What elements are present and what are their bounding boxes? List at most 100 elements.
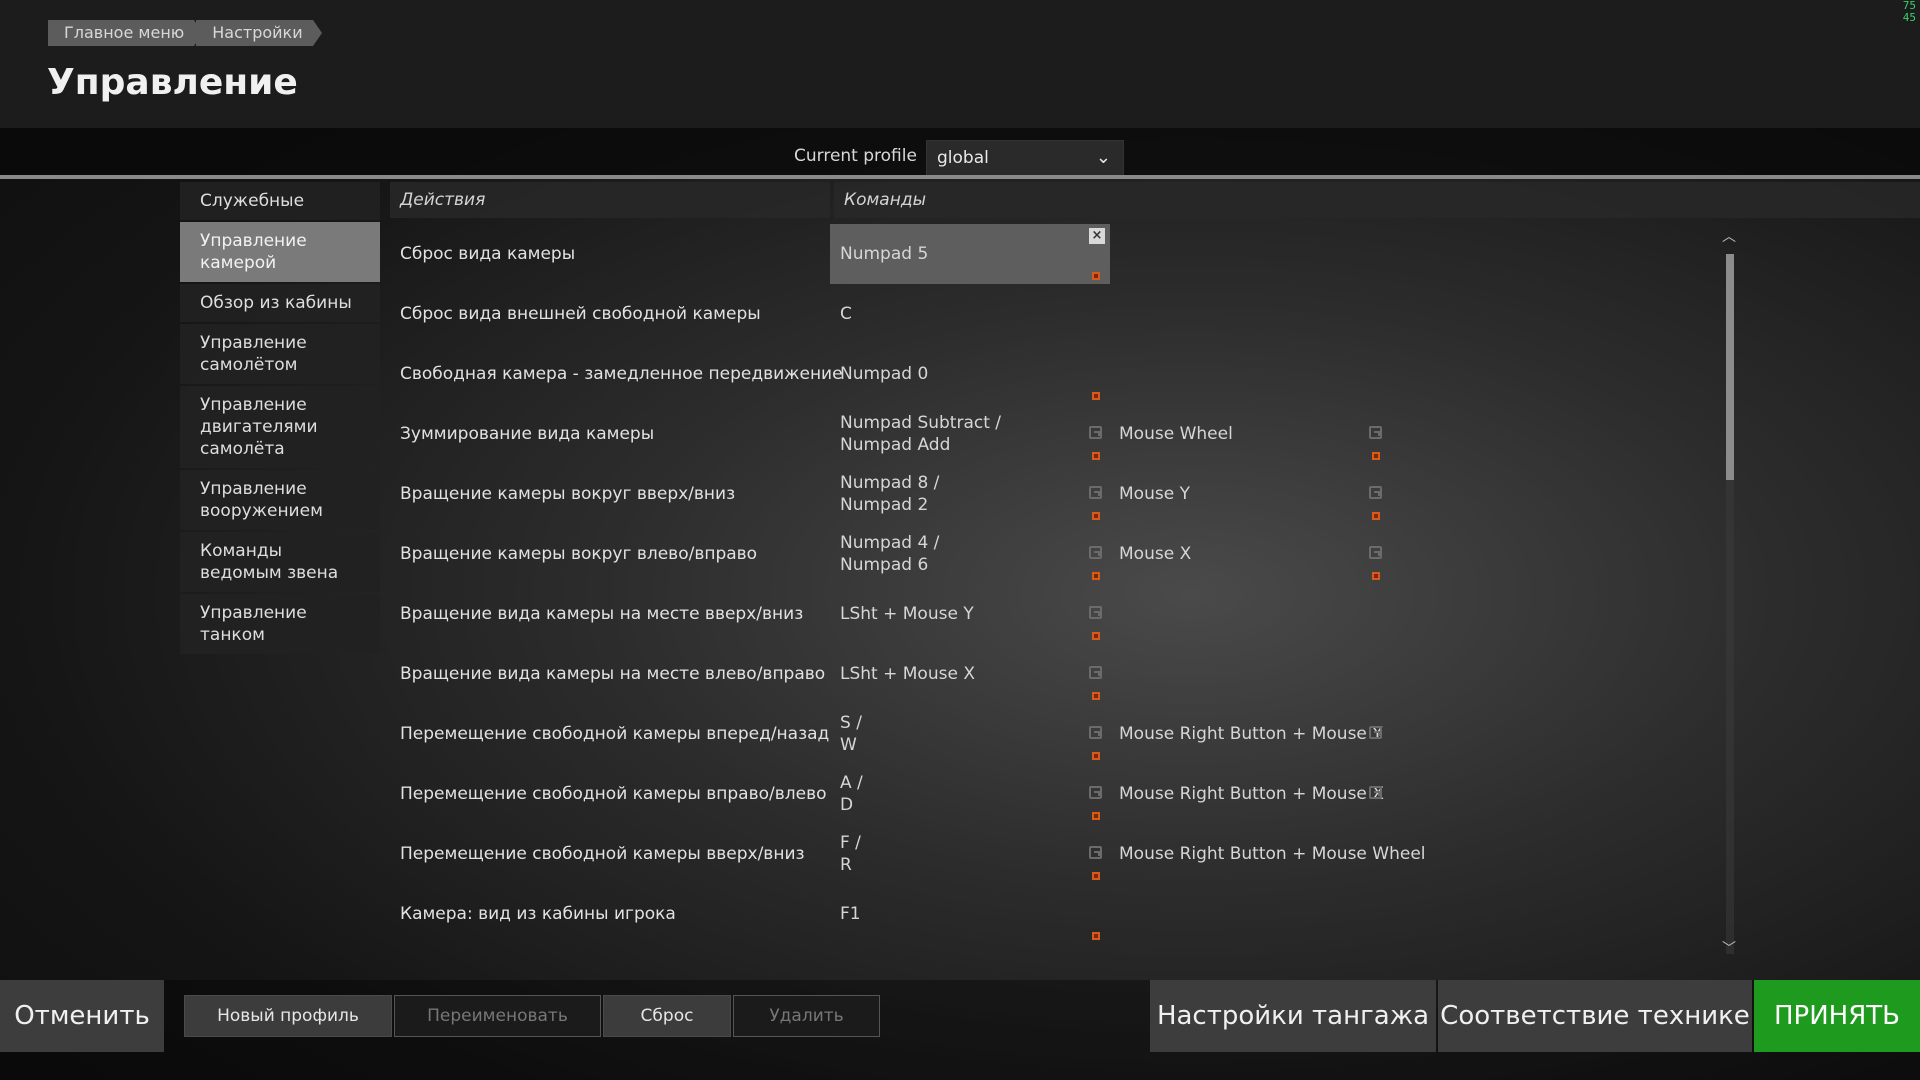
binding-line: D [840, 795, 854, 815]
primary-binding[interactable]: LSht + Mouse Y [840, 584, 974, 644]
action-label: Вращение камеры вокруг вверх/вниз [400, 484, 736, 504]
modifier-icon[interactable] [1092, 932, 1100, 940]
modifier-icon[interactable] [1092, 872, 1100, 880]
primary-binding[interactable]: Numpad 5 [840, 224, 928, 284]
axis-settings-icon[interactable] [1089, 426, 1102, 439]
primary-binding[interactable]: Numpad 8 / Numpad 2 [840, 464, 939, 524]
vehicle-match-button[interactable]: Соответствие технике [1438, 980, 1752, 1052]
modifier-icon[interactable] [1092, 692, 1100, 700]
cancel-button[interactable]: Отменить [0, 980, 164, 1052]
axis-settings-icon[interactable] [1369, 486, 1382, 499]
accept-button[interactable]: ПРИНЯТЬ [1754, 980, 1920, 1052]
axis-settings-icon[interactable] [1369, 786, 1382, 799]
profile-value: global [937, 148, 989, 168]
table-row[interactable]: Камера: вид из кабины игрока F1 [390, 884, 1730, 944]
chevron-up-icon[interactable]: ︿ [1722, 226, 1736, 246]
sidebar-item-wingmen[interactable]: Команды ведомым звена [180, 532, 380, 592]
primary-binding[interactable]: Numpad 0 [840, 344, 928, 404]
binding-line: S / [840, 713, 862, 733]
secondary-binding[interactable]: Mouse Right Button + Mouse Y [1119, 704, 1383, 764]
axis-settings-icon[interactable] [1089, 606, 1102, 619]
table-row[interactable]: Сброс вида камеры Numpad 5 × [390, 224, 1730, 284]
axis-settings-icon[interactable] [1369, 546, 1382, 559]
primary-binding[interactable]: F1 [840, 884, 861, 944]
table-row[interactable]: Зуммирование вида камеры Numpad Subtract… [390, 404, 1730, 464]
modifier-icon[interactable] [1092, 572, 1100, 580]
secondary-binding[interactable]: Mouse Right Button + Mouse Wheel [1119, 824, 1426, 884]
binding-line: Numpad 2 [840, 495, 929, 515]
modifier-icon[interactable] [1092, 392, 1100, 400]
reset-button[interactable]: Сброс [603, 995, 731, 1037]
modifier-icon[interactable] [1372, 572, 1380, 580]
modifier-icon[interactable] [1372, 452, 1380, 460]
action-label: Камера: вид из кабины игрока [400, 904, 676, 924]
table-row[interactable]: Свободная камера - замедленное передвиже… [390, 344, 1730, 404]
binding-line: Numpad 0 [840, 364, 929, 384]
breadcrumb-settings[interactable]: Настройки [196, 20, 322, 46]
secondary-binding[interactable]: Mouse Right Button + Mouse X [1119, 764, 1384, 824]
table-row[interactable]: Перемещение свободной камеры вправо/влев… [390, 764, 1730, 824]
page-title: Управление [47, 62, 298, 103]
primary-binding[interactable]: LSht + Mouse X [840, 644, 975, 704]
modifier-icon[interactable] [1092, 812, 1100, 820]
column-header-commands: Команды [834, 182, 1920, 218]
table-row[interactable]: Вращение вида камеры на месте влево/впра… [390, 644, 1730, 704]
binding-line: Numpad 8 / [840, 473, 940, 493]
sidebar-item-camera[interactable]: Управление камерой [180, 222, 380, 282]
binding-line: LSht + Mouse Y [840, 604, 974, 624]
sidebar-item-engines[interactable]: Управление двигателями самолёта [180, 386, 380, 468]
primary-binding[interactable]: A / D [840, 764, 863, 824]
axis-settings-icon[interactable] [1369, 726, 1382, 739]
secondary-binding[interactable]: Mouse X [1119, 524, 1191, 584]
secondary-binding[interactable]: Mouse Wheel [1119, 404, 1233, 464]
breadcrumb-main-menu[interactable]: Главное меню [48, 20, 204, 46]
table-row[interactable]: Перемещение свободной камеры вперед/наза… [390, 704, 1730, 764]
modifier-icon[interactable] [1092, 272, 1100, 280]
primary-binding[interactable]: C [840, 284, 852, 344]
rename-button[interactable]: Переименовать [394, 995, 601, 1037]
table-row[interactable]: Сброс вида внешней свободной камеры C [390, 284, 1730, 344]
profile-label: Current profile [794, 146, 917, 166]
pitch-settings-button[interactable]: Настройки тангажа [1150, 980, 1436, 1052]
profile-select[interactable]: global ⌄ [926, 140, 1124, 176]
sidebar-item-service[interactable]: Служебные [180, 182, 380, 220]
bindings-table: Сброс вида камеры Numpad 5 × Сброс вида … [390, 224, 1730, 944]
sidebar-item-weapons[interactable]: Управление вооружением [180, 470, 380, 530]
axis-settings-icon[interactable] [1089, 846, 1102, 859]
axis-settings-icon[interactable] [1089, 486, 1102, 499]
delete-button[interactable]: Удалить [733, 995, 880, 1037]
action-label: Вращение камеры вокруг влево/вправо [400, 544, 758, 564]
axis-settings-icon[interactable] [1369, 426, 1382, 439]
modifier-icon[interactable] [1092, 512, 1100, 520]
corner-digit-2: 45 [1902, 11, 1916, 24]
table-row[interactable]: Вращение вида камеры на месте вверх/вниз… [390, 584, 1730, 644]
primary-binding[interactable]: Numpad Subtract / Numpad Add [840, 404, 1001, 464]
table-row[interactable]: Вращение камеры вокруг влево/вправо Nump… [390, 524, 1730, 584]
close-icon[interactable]: × [1089, 228, 1105, 244]
secondary-binding[interactable]: Mouse Y [1119, 464, 1190, 524]
modifier-icon[interactable] [1092, 632, 1100, 640]
modifier-icon[interactable] [1372, 512, 1380, 520]
primary-binding[interactable]: Numpad 4 / Numpad 6 [840, 524, 939, 584]
sidebar-item-tank[interactable]: Управление танком [180, 594, 380, 654]
column-header-actions: Действия [390, 182, 830, 218]
modifier-icon[interactable] [1092, 752, 1100, 760]
binding-line: W [840, 735, 857, 755]
axis-settings-icon[interactable] [1089, 786, 1102, 799]
sidebar-item-cockpit-view[interactable]: Обзор из кабины [180, 284, 380, 322]
new-profile-button[interactable]: Новый профиль [184, 995, 392, 1037]
primary-binding[interactable]: F / R [840, 824, 861, 884]
action-label: Свободная камера - замедленное передвиже… [400, 364, 843, 384]
axis-settings-icon[interactable] [1089, 546, 1102, 559]
modifier-icon[interactable] [1092, 452, 1100, 460]
axis-settings-icon[interactable] [1089, 726, 1102, 739]
table-row[interactable]: Вращение камеры вокруг вверх/вниз Numpad… [390, 464, 1730, 524]
primary-binding[interactable]: S / W [840, 704, 862, 764]
sidebar-item-aircraft[interactable]: Управление самолётом [180, 324, 380, 384]
binding-line: Numpad 4 / [840, 533, 940, 553]
chevron-down-icon[interactable]: ﹀ [1722, 938, 1736, 958]
binding-line: LSht + Mouse X [840, 664, 975, 684]
table-row[interactable]: Перемещение свободной камеры вверх/вниз … [390, 824, 1730, 884]
scrollbar-thumb[interactable] [1726, 254, 1734, 480]
axis-settings-icon[interactable] [1089, 666, 1102, 679]
